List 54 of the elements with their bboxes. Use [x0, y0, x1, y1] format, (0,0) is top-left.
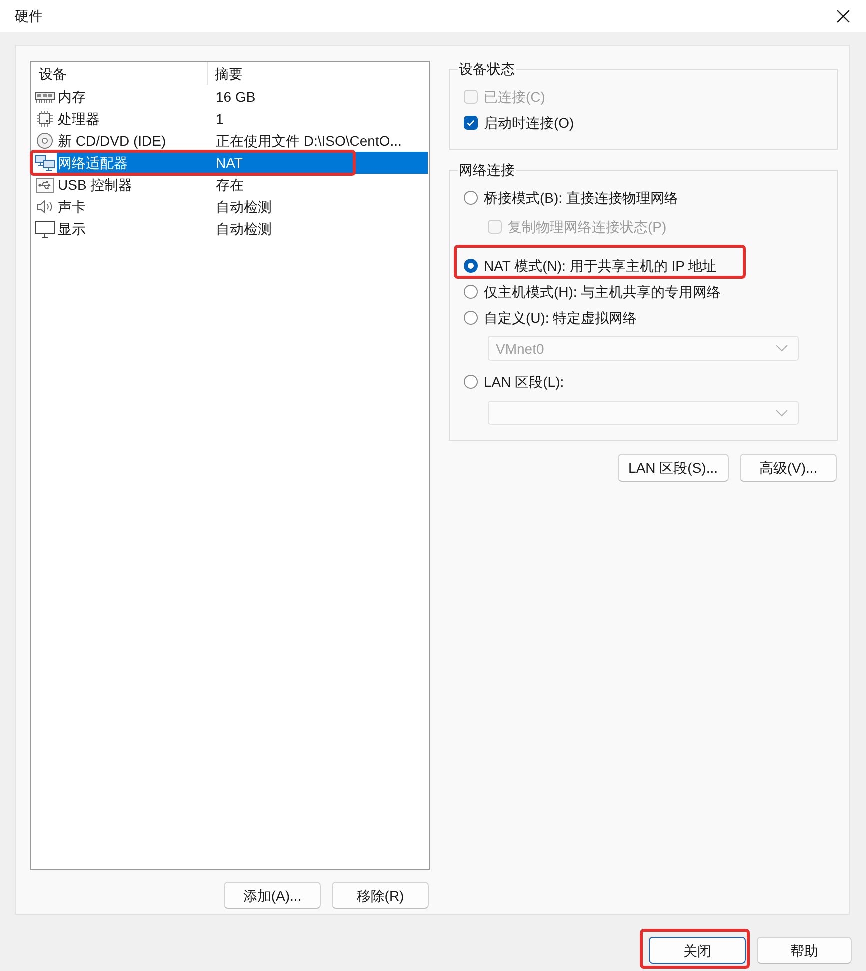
device-name: 显示 [57, 220, 87, 238]
column-header[interactable]: 设备 [31, 62, 208, 85]
group-title: 设备状态 [458, 60, 516, 78]
dialog-button[interactable]: 移除(R) [332, 882, 429, 909]
monitor-icon [35, 220, 55, 238]
chevron-down-icon [776, 345, 788, 352]
dialog-button[interactable]: 帮助 [757, 937, 852, 964]
device-name: USB 控制器 [57, 176, 134, 194]
dialog-button[interactable]: LAN 区段(S)... [618, 454, 729, 482]
usb-icon [36, 178, 54, 192]
radio-option[interactable]: 自定义(U): 特定虚拟网络 [464, 309, 638, 327]
device-summary: 1 [216, 110, 224, 128]
radio-option[interactable]: 仅主机模式(H): 与主机共享的专用网络 [464, 283, 722, 301]
group-title: 网络连接 [458, 161, 516, 179]
memory-module-icon [35, 92, 55, 102]
dialog-button[interactable]: 添加(A)... [224, 882, 321, 909]
device-name: 内存 [57, 88, 87, 106]
device-summary: 16 GB [216, 88, 256, 106]
device-summary: NAT [216, 154, 243, 172]
device-list-item[interactable]: USB 控制器 存在 [31, 174, 428, 196]
disc-icon [37, 133, 53, 149]
speaker-icon [37, 200, 53, 214]
device-summary: 存在 [216, 176, 244, 194]
device-summary: 自动检测 [216, 198, 272, 216]
device-summary: 正在使用文件 D:\ISO\CentO... [216, 132, 402, 150]
radio-button-icon[interactable] [464, 285, 478, 299]
window-title: 硬件 [15, 7, 43, 25]
radio-option[interactable]: LAN 区段(L): [464, 373, 564, 391]
device-summary: 自动检测 [216, 220, 272, 238]
checkbox-option[interactable]: 启动时连接(O) [464, 114, 574, 132]
radio-button-icon[interactable] [464, 191, 478, 205]
close-icon[interactable] [837, 10, 850, 22]
dropdown-value: VMnet0 [496, 340, 544, 356]
checkbox-icon[interactable] [464, 116, 478, 130]
column-header[interactable]: 摘要 [208, 62, 243, 85]
device-list-item[interactable]: 内存 16 GB [31, 86, 428, 108]
device-name: 声卡 [57, 198, 87, 216]
radio-button-icon[interactable] [464, 259, 478, 273]
device-list-item[interactable]: 显示 自动检测 [31, 218, 428, 240]
device-name: 处理器 [57, 110, 101, 128]
radio-button-icon[interactable] [464, 311, 478, 325]
device-list-item[interactable]: 新 CD/DVD (IDE) 正在使用文件 D:\ISO\CentO... [31, 130, 428, 152]
device-list-item[interactable]: 声卡 自动检测 [31, 196, 428, 218]
dialog-button[interactable]: 高级(V)... [740, 454, 837, 482]
radio-button-icon[interactable] [464, 375, 478, 389]
radio-option[interactable]: 桥接模式(B): 直接连接物理网络 [464, 189, 678, 207]
radio-option[interactable]: NAT 模式(N): 用于共享主机的 IP 地址 [464, 257, 717, 275]
device-list-item[interactable]: 处理器 1 [31, 108, 428, 130]
device-name: 新 CD/DVD (IDE) [57, 132, 168, 150]
chevron-down-icon [776, 410, 788, 416]
dialog-button[interactable]: 关闭 [649, 937, 746, 964]
chip-icon [37, 111, 53, 127]
network-computers-icon [35, 155, 55, 171]
device-name: 网络适配器 [57, 154, 129, 172]
